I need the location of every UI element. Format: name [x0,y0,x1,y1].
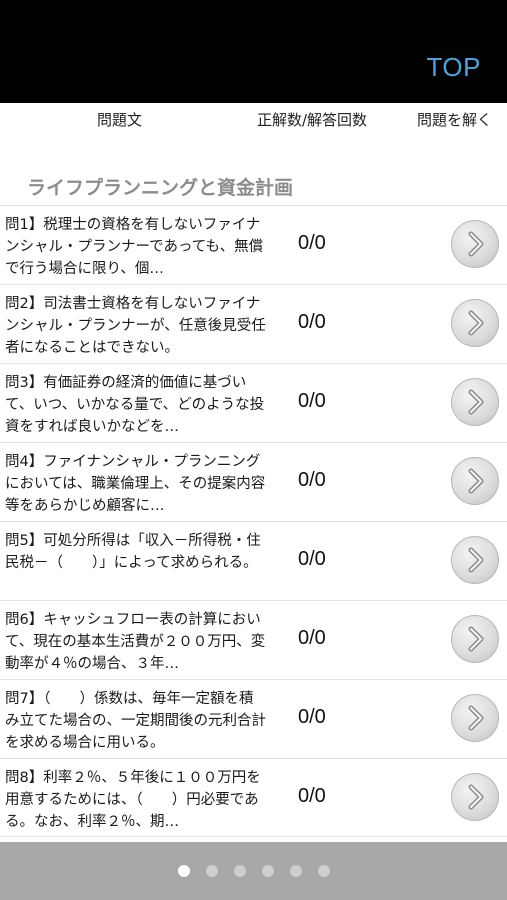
page-dot[interactable] [262,865,274,877]
page-dot[interactable] [318,865,330,877]
score-value: 0/0 [298,706,326,728]
question-row[interactable]: 問6】キャッシュフロー表の計算において、現在の基本生活費が２００万円、変動率が４… [0,600,507,679]
solve-button[interactable] [451,536,499,584]
column-score-header: 正解数/解答回数 [257,111,368,129]
top-bar: TOP [0,0,507,103]
question-row[interactable]: 問3】有価証券の経済的価値に基づいて、いつ、いかなる量で、どのような投資をすれば… [0,363,507,442]
chevron-right-icon [468,231,484,257]
chevron-right-icon [468,547,484,573]
solve-button[interactable] [451,694,499,742]
question-text: 問3】有価証券の経済的価値に基づいて、いつ、いかなる量で、どのような投資をすれば… [5,375,265,435]
question-list: 問1】税理士の資格を有しないファイナンシャル・プランナーであっても、無償で行う場… [0,205,507,837]
solve-button[interactable] [451,773,499,821]
solve-button[interactable] [451,299,499,347]
question-row[interactable]: 問4】ファイナンシャル・プランニングにおいては、職業倫理上、その提案内容等をあら… [0,442,507,521]
chevron-right-icon [468,784,484,810]
top-button[interactable]: TOP [427,52,481,83]
page-dot[interactable] [234,865,246,877]
question-row[interactable]: 問1】税理士の資格を有しないファイナンシャル・プランナーであっても、無償で行う場… [0,205,507,284]
solve-button[interactable] [451,220,499,268]
solve-button[interactable] [451,615,499,663]
section-title: ライフプランニングと資金計画 [27,177,294,199]
question-text: 問4】ファイナンシャル・プランニングにおいては、職業倫理上、その提案内容等をあら… [5,454,266,514]
question-text: 問7】（ ）係数は、毎年一定額を積み立てた場合の、一定期間後の元利合計を求める場… [5,691,266,751]
chevron-right-icon [468,705,484,731]
chevron-right-icon [468,310,484,336]
question-text: 問1】税理士の資格を有しないファイナンシャル・プランナーであっても、無償で行う場… [5,217,264,277]
question-row[interactable]: 問2】司法書士資格を有しないファイナンシャル・プランナーが、任意後見受任者になる… [0,284,507,363]
page-dot[interactable] [178,865,190,877]
question-row[interactable]: 問7】（ ）係数は、毎年一定額を積み立てた場合の、一定期間後の元利合計を求める場… [0,679,507,758]
chevron-right-icon [468,389,484,415]
score-value: 0/0 [298,785,326,807]
question-row[interactable]: 問5】可処分所得は「収入－所得税・住民税－（ ）」によって求められる。 0/0 [0,521,507,600]
question-text: 問8】利率２％、５年後に１００万円を用意するためには、（ ）円必要である。なお、… [5,770,261,830]
column-question-header: 問題文 [97,111,143,129]
score-value: 0/0 [298,232,326,254]
page-indicator-bar [0,842,507,900]
chevron-right-icon [468,468,484,494]
column-header: 問題文 正解数/解答回数 問題を解く [0,103,507,133]
solve-button[interactable] [451,378,499,426]
page-dot[interactable] [206,865,218,877]
score-value: 0/0 [298,627,326,649]
score-value: 0/0 [298,390,326,412]
score-value: 0/0 [298,548,326,570]
score-value: 0/0 [298,311,326,333]
score-value: 0/0 [298,469,326,491]
page-dot[interactable] [290,865,302,877]
question-text: 問6】キャッシュフロー表の計算において、現在の基本生活費が２００万円、変動率が４… [5,612,266,672]
question-row[interactable]: 問8】利率２％、５年後に１００万円を用意するためには、（ ）円必要である。なお、… [0,758,507,837]
question-text: 問2】司法書士資格を有しないファイナンシャル・プランナーが、任意後見受任者になる… [5,296,266,356]
question-text: 問5】可処分所得は「収入－所得税・住民税－（ ）」によって求められる。 [5,533,261,571]
column-solve-header: 問題を解く [417,111,493,129]
solve-button[interactable] [451,457,499,505]
chevron-right-icon [468,626,484,652]
